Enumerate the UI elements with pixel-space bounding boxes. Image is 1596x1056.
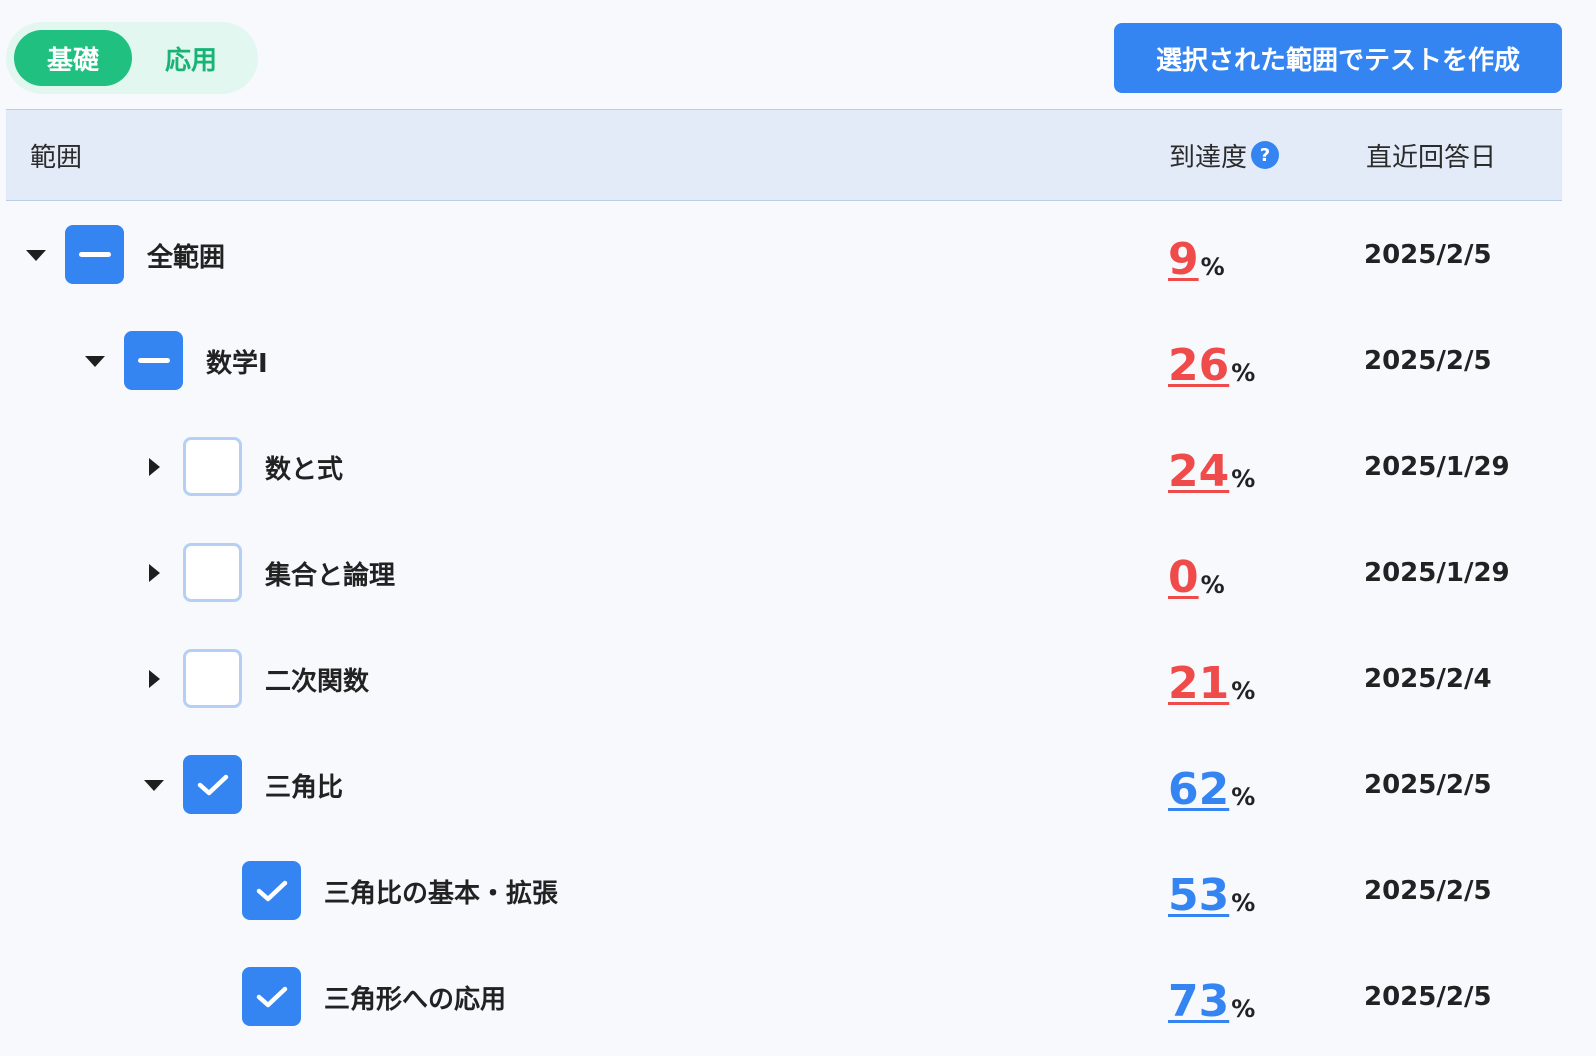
last-answer-date: 2025/1/29: [1364, 558, 1510, 588]
checkmark-icon: [255, 878, 289, 904]
tree-row: 二次関数 21% 2025/2/4: [0, 626, 1596, 732]
progress-value[interactable]: 0%: [1168, 520, 1225, 626]
caret-right-icon[interactable]: [139, 664, 169, 694]
tree-row: 全範囲 9% 2025/2/5: [0, 202, 1596, 308]
table-header: 範囲 到達度 ? 直近回答日: [6, 109, 1562, 201]
row-label: 数学Ⅰ: [206, 348, 268, 379]
last-answer-date: 2025/2/5: [1364, 876, 1492, 906]
progress-number: 62: [1168, 764, 1230, 815]
basic-mode-button[interactable]: 基礎: [14, 30, 132, 86]
percent-unit: %: [1231, 783, 1256, 812]
percent-unit: %: [1231, 465, 1256, 494]
progress-number: 0: [1168, 552, 1199, 603]
progress-value[interactable]: 62%: [1168, 732, 1255, 838]
progress-value[interactable]: 26%: [1168, 308, 1255, 414]
range-column-header: 範囲: [30, 142, 83, 173]
row-label: 集合と論理: [265, 560, 396, 591]
applied-mode-button[interactable]: 応用: [132, 30, 250, 86]
last-answer-date: 2025/1/29: [1364, 452, 1510, 482]
row-label: 三角比: [265, 772, 344, 803]
progress-value[interactable]: 73%: [1168, 944, 1255, 1050]
progress-value[interactable]: 24%: [1168, 414, 1255, 520]
range-tree: 全範囲 9% 2025/2/5 数学Ⅰ 26% 2025/2/5 数と式 24% 2025/1/…: [0, 202, 1596, 1050]
progress-value[interactable]: 53%: [1168, 838, 1255, 944]
top-bar: 基礎 応用 選択された範囲でテストを作成: [0, 0, 1596, 110]
checkmark-icon: [255, 984, 289, 1010]
progress-value[interactable]: 21%: [1168, 626, 1255, 732]
row-checkbox[interactable]: [183, 543, 242, 602]
progress-number: 9: [1168, 234, 1199, 285]
tree-row: 集合と論理 0% 2025/1/29: [0, 520, 1596, 626]
caret-down-icon[interactable]: [21, 240, 51, 270]
caret-right-icon[interactable]: [139, 558, 169, 588]
row-label: 三角形への応用: [324, 984, 507, 1015]
last-answer-date: 2025/2/4: [1364, 664, 1492, 694]
percent-unit: %: [1231, 677, 1256, 706]
percent-unit: %: [1231, 359, 1256, 388]
progress-number: 26: [1168, 340, 1230, 391]
progress-number: 53: [1168, 870, 1230, 921]
last-answer-date: 2025/2/5: [1364, 346, 1492, 376]
tree-row: 数学Ⅰ 26% 2025/2/5: [0, 308, 1596, 414]
progress-number: 73: [1168, 976, 1230, 1027]
progress-value[interactable]: 9%: [1168, 202, 1225, 308]
row-label: 数と式: [265, 454, 344, 485]
caret-down-icon[interactable]: [80, 346, 110, 376]
caret-down-icon[interactable]: [139, 770, 169, 800]
percent-unit: %: [1231, 995, 1256, 1024]
tree-row: 三角形への応用 73% 2025/2/5: [0, 944, 1596, 1050]
row-checkbox[interactable]: [242, 967, 301, 1026]
row-checkbox[interactable]: [242, 861, 301, 920]
row-checkbox[interactable]: [124, 331, 183, 390]
last-answer-date: 2025/2/5: [1364, 982, 1492, 1012]
percent-unit: %: [1231, 889, 1256, 918]
help-icon[interactable]: ?: [1251, 141, 1280, 169]
progress-number: 24: [1168, 446, 1230, 497]
minus-icon: [78, 252, 111, 257]
percent-unit: %: [1200, 571, 1225, 600]
progress-header-label: 到達度: [1169, 142, 1248, 173]
progress-column-header: 到達度 ?: [1169, 110, 1280, 200]
row-label: 二次関数: [265, 666, 370, 697]
last-answer-date: 2025/2/5: [1364, 240, 1492, 270]
tree-row: 三角比の基本・拡張 53% 2025/2/5: [0, 838, 1596, 944]
row-checkbox[interactable]: [183, 649, 242, 708]
tree-row: 三角比 62% 2025/2/5: [0, 732, 1596, 838]
row-label: 全範囲: [147, 242, 226, 273]
row-checkbox[interactable]: [65, 225, 124, 284]
progress-number: 21: [1168, 658, 1230, 709]
minus-icon: [137, 358, 170, 363]
tree-row: 数と式 24% 2025/1/29: [0, 414, 1596, 520]
row-checkbox[interactable]: [183, 755, 242, 814]
last-answer-column-header: 直近回答日: [1366, 142, 1497, 173]
row-checkbox[interactable]: [183, 437, 242, 496]
row-label: 三角比の基本・拡張: [324, 878, 559, 909]
last-answer-date: 2025/2/5: [1364, 770, 1492, 800]
percent-unit: %: [1200, 253, 1225, 282]
caret-right-icon[interactable]: [139, 452, 169, 482]
mode-toggle: 基礎 応用: [6, 22, 258, 94]
checkmark-icon: [196, 772, 230, 798]
create-test-button[interactable]: 選択された範囲でテストを作成: [1114, 23, 1562, 93]
